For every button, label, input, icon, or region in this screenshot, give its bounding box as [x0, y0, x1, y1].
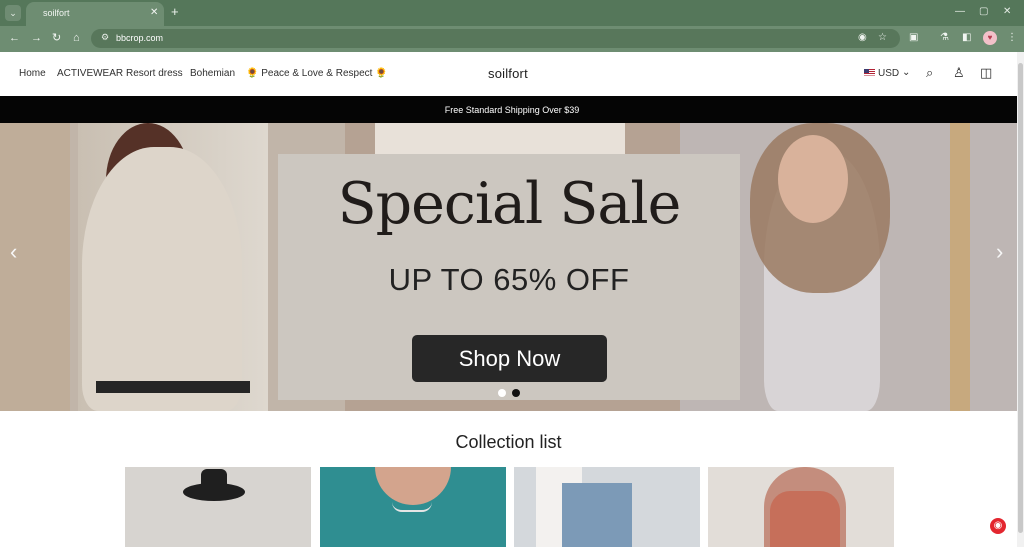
new-tab-button[interactable]: +	[171, 5, 179, 18]
collection-title: Collection list	[455, 432, 562, 452]
more-menu-icon[interactable]: ⋮	[1007, 32, 1017, 43]
star-icon[interactable]: ☆	[878, 32, 887, 43]
cart-icon[interactable]: ◫	[980, 66, 992, 80]
model-face-shape	[375, 467, 451, 505]
extensions-icon[interactable]: ▣	[909, 32, 918, 43]
nav-peace-love-respect[interactable]: 🌻 Peace & Love & Respect 🌻	[246, 68, 388, 79]
store-logo[interactable]: soilfort	[488, 66, 528, 81]
collection-card-hat[interactable]	[125, 467, 311, 547]
chair-shape	[96, 381, 250, 393]
carousel-prev-icon[interactable]: ‹	[10, 241, 17, 263]
sale-title: Special Sale	[337, 171, 682, 237]
browser-tab[interactable]: soilfort ✕	[26, 2, 164, 26]
browser-tab-strip: ⌄ soilfort ✕ + — ▢ ✕	[0, 0, 1024, 26]
tab-title: soilfort	[43, 8, 70, 18]
scroll-thumb[interactable]	[1018, 63, 1023, 533]
close-tab-icon[interactable]: ✕	[150, 7, 158, 18]
profile-avatar[interactable]: ♥	[983, 31, 997, 45]
forward-icon[interactable]: →	[31, 32, 42, 44]
chat-icon[interactable]: ◉	[990, 518, 1006, 534]
jeans-shape	[562, 483, 632, 547]
sale-overlay: Special Sale UP TO 65% OFF Shop Now	[278, 154, 740, 400]
carousel-next-icon[interactable]: ›	[996, 241, 1003, 263]
nav-bohemian[interactable]: Bohemian	[190, 68, 235, 79]
chevron-down-icon[interactable]: ⌄	[902, 67, 910, 78]
nav-resort-dress[interactable]: Resort dress	[126, 68, 183, 79]
nav-activewear[interactable]: ACTIVEWEAR	[57, 68, 123, 79]
announcement-bar: Free Standard Shipping Over $39	[0, 96, 1024, 123]
address-bar[interactable]: ⚙ bbcrop.com ◉ ☆	[91, 29, 900, 48]
left-model-figure	[82, 147, 242, 411]
labs-icon[interactable]: ⚗	[940, 32, 949, 43]
us-flag-icon	[864, 69, 875, 77]
site-info-icon[interactable]: ⚙	[101, 32, 109, 43]
floral-dress-shape	[770, 491, 840, 547]
search-icon[interactable]: ⌕	[926, 66, 933, 80]
necklace-shape	[392, 502, 432, 512]
collection-card-teal-top[interactable]	[320, 467, 506, 547]
shipping-announcement: Free Standard Shipping Over $39	[444, 105, 580, 115]
right-model-head	[778, 135, 848, 223]
collection-card-denim[interactable]	[514, 467, 700, 547]
eye-off-icon[interactable]: ◉	[858, 32, 867, 43]
hat-shape	[183, 469, 245, 501]
shop-now-button[interactable]: Shop Now	[412, 335, 607, 382]
collection-card-floral-dress[interactable]	[708, 467, 894, 547]
account-icon[interactable]: ♙	[953, 66, 965, 80]
browser-toolbar: ← → ↻ ⌂ ⚙ bbcrop.com ◉ ☆ ▣ ⚗ ◧ ♥ ⋮	[0, 26, 1024, 52]
window-close-icon[interactable]: ✕	[1003, 6, 1011, 17]
sale-subtitle: UP TO 65% OFF	[388, 262, 630, 297]
minimize-icon[interactable]: —	[955, 6, 965, 17]
currency-selector[interactable]: USD	[878, 68, 899, 79]
back-icon[interactable]: ←	[9, 32, 20, 44]
tab-search-icon[interactable]: ⌄	[5, 5, 21, 21]
reload-icon[interactable]: ↻	[52, 32, 61, 44]
carousel-dot-active[interactable]	[498, 389, 506, 397]
nav-home[interactable]: Home	[19, 68, 46, 79]
url-text[interactable]: bbcrop.com	[116, 33, 163, 43]
store-header: Home ACTIVEWEAR Resort dress Bohemian 🌻 …	[0, 52, 1024, 96]
carousel-dot[interactable]	[512, 389, 520, 397]
restore-icon[interactable]: ▢	[979, 6, 988, 17]
home-icon[interactable]: ⌂	[73, 32, 80, 44]
side-panel-icon[interactable]: ◧	[962, 32, 971, 43]
